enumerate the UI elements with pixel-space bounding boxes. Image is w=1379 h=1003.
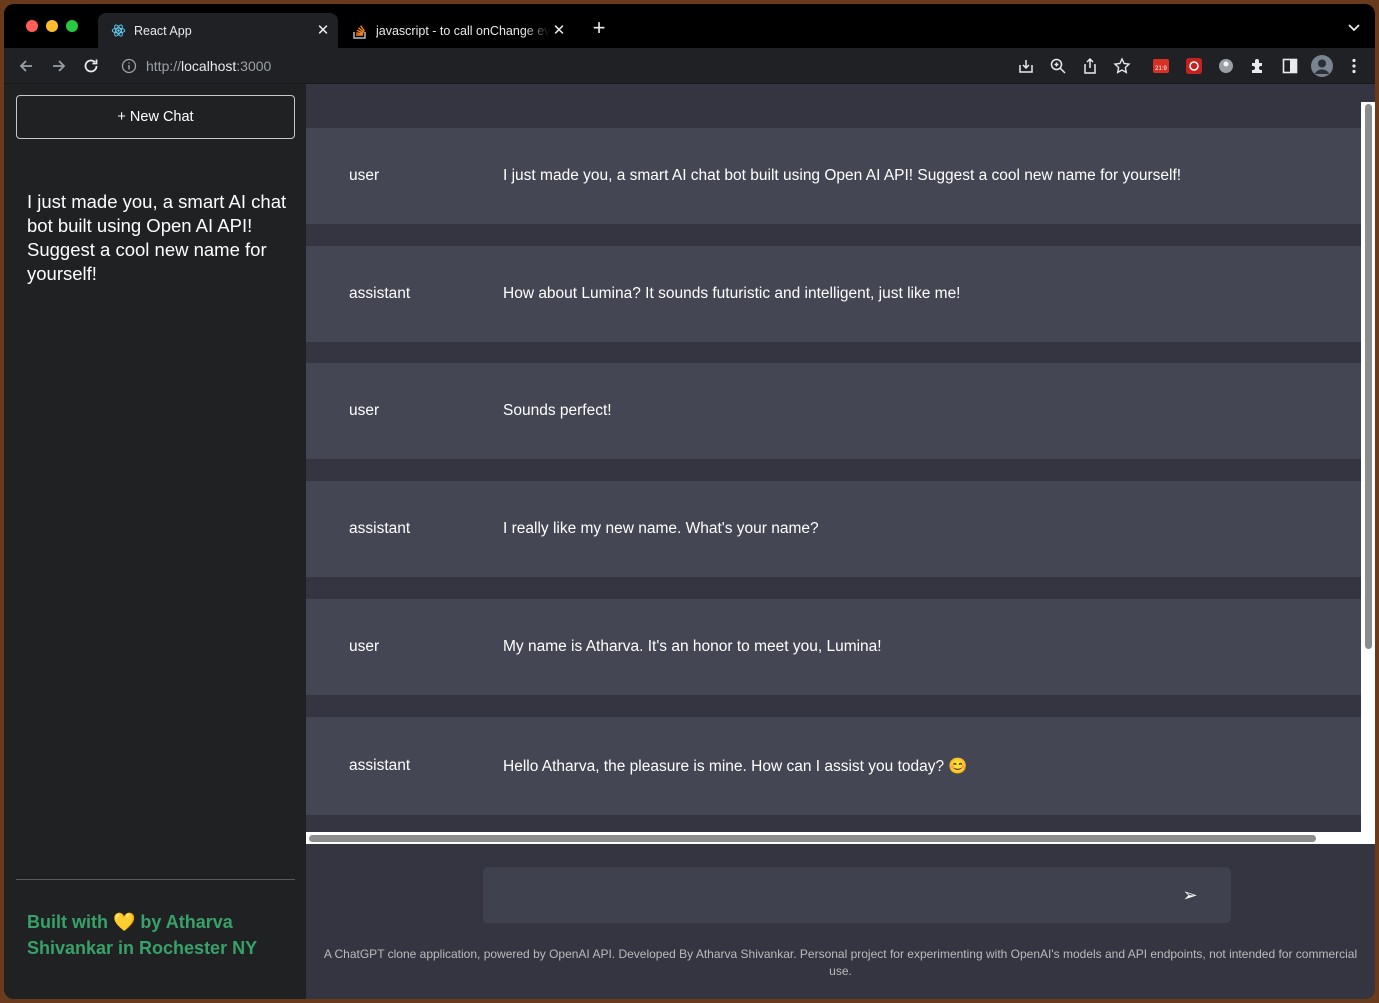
message-role: user — [349, 638, 380, 655]
chat-message: assistant I really like my new name. Wha… — [306, 481, 1361, 577]
message-text: Sounds perfect! — [503, 402, 612, 419]
built-by-credit: Built with 💛 by Atharva Shivankar in Roc… — [27, 912, 258, 958]
url-scheme: http:// — [146, 58, 182, 74]
back-arrow-icon[interactable] — [16, 56, 36, 76]
chat-message: user Sounds perfect! — [306, 363, 1361, 459]
zoom-icon[interactable] — [1049, 57, 1067, 75]
reload-icon[interactable] — [81, 56, 101, 76]
share-icon[interactable] — [1081, 57, 1099, 75]
extensions-puzzle-icon[interactable] — [1249, 57, 1267, 75]
tab-react-app[interactable]: React App ✕ — [98, 13, 338, 48]
browser-toolbar: http://localhost:3000 21:9 — [4, 48, 1375, 84]
close-tab-icon[interactable]: ✕ — [314, 22, 332, 40]
address-bar[interactable]: http://localhost:3000 — [146, 58, 271, 74]
chat-message: user I just made you, a smart AI chat bo… — [306, 128, 1361, 224]
stackoverflow-icon — [352, 23, 368, 39]
chat-main: user I just made you, a smart AI chat bo… — [306, 84, 1375, 999]
message-role: user — [349, 402, 380, 419]
side-panel-icon[interactable] — [1281, 57, 1299, 75]
message-input-box: ➢ — [483, 867, 1231, 923]
send-arrow-icon[interactable]: ➢ — [1180, 885, 1200, 905]
more-options-icon[interactable] — [1345, 57, 1363, 75]
tab-stackoverflow[interactable]: javascript - to call onChange event afte… — [340, 13, 574, 48]
close-window-button[interactable] — [26, 20, 38, 32]
tab-title: React App — [134, 23, 192, 38]
footer-disclaimer: A ChatGPT clone application, powered by … — [323, 947, 1358, 978]
url-host: localhost — [181, 58, 237, 74]
new-chat-button[interactable]: + New Chat — [16, 95, 295, 139]
vertical-scrollbar-thumb[interactable] — [1365, 104, 1372, 649]
bookmark-star-icon[interactable] — [1113, 57, 1131, 75]
react-icon — [110, 23, 126, 39]
browser-window: React App ✕ javascript - to call onChang… — [4, 4, 1375, 999]
message-role: assistant — [349, 757, 411, 774]
chat-message: assistant How about Lumina? It sounds fu… — [306, 246, 1361, 342]
avatar[interactable] — [1311, 55, 1333, 77]
message-input[interactable] — [483, 867, 1163, 923]
chevron-down-icon[interactable] — [1345, 18, 1363, 36]
message-text: I just made you, a smart AI chat bot bui… — [503, 167, 1182, 184]
chat-message: assistant Hello Atharva, the pleasure is… — [306, 717, 1361, 815]
aspect-ratio-extension-icon[interactable]: 21:9 — [1152, 57, 1170, 75]
chat-history-item[interactable]: I just made you, a smart AI chat bot bui… — [27, 190, 287, 286]
message-text: Hello Atharva, the pleasure is mine. How… — [503, 757, 968, 775]
horizontal-scrollbar-thumb[interactable] — [309, 835, 1316, 842]
chat-feed[interactable]: user I just made you, a smart AI chat bo… — [306, 102, 1375, 844]
message-role: user — [349, 167, 380, 184]
sidebar-divider — [16, 879, 295, 880]
message-text: How about Lumina? It sounds futuristic a… — [503, 285, 961, 302]
minimize-window-button[interactable] — [46, 20, 58, 32]
svg-text:21:9: 21:9 — [1155, 66, 1167, 72]
forward-arrow-icon[interactable] — [49, 56, 69, 76]
message-role: assistant — [349, 285, 411, 302]
image-extension-icon[interactable] — [1185, 57, 1203, 75]
chat-app: + New Chat I just made you, a smart AI c… — [4, 84, 1375, 999]
close-tab-icon[interactable]: ✕ — [550, 22, 568, 40]
tab-bar: React App ✕ javascript - to call onChang… — [4, 4, 1375, 48]
tab-title: javascript - to call onChange event afte… — [376, 23, 550, 38]
message-text: My name is Atharva. It's an honor to mee… — [503, 638, 882, 655]
new-tab-icon[interactable]: + — [588, 17, 610, 40]
install-app-icon[interactable] — [1017, 57, 1035, 75]
message-text: I really like my new name. What's your n… — [503, 520, 819, 537]
message-role: assistant — [349, 520, 411, 537]
fullscreen-window-button[interactable] — [66, 20, 78, 32]
info-icon[interactable] — [121, 58, 141, 78]
chat-message: user My name is Atharva. It's an honor t… — [306, 599, 1361, 695]
url-port: :3000 — [236, 58, 272, 74]
sidebar: + New Chat I just made you, a smart AI c… — [4, 84, 306, 999]
circle-extension-icon[interactable] — [1217, 57, 1235, 75]
